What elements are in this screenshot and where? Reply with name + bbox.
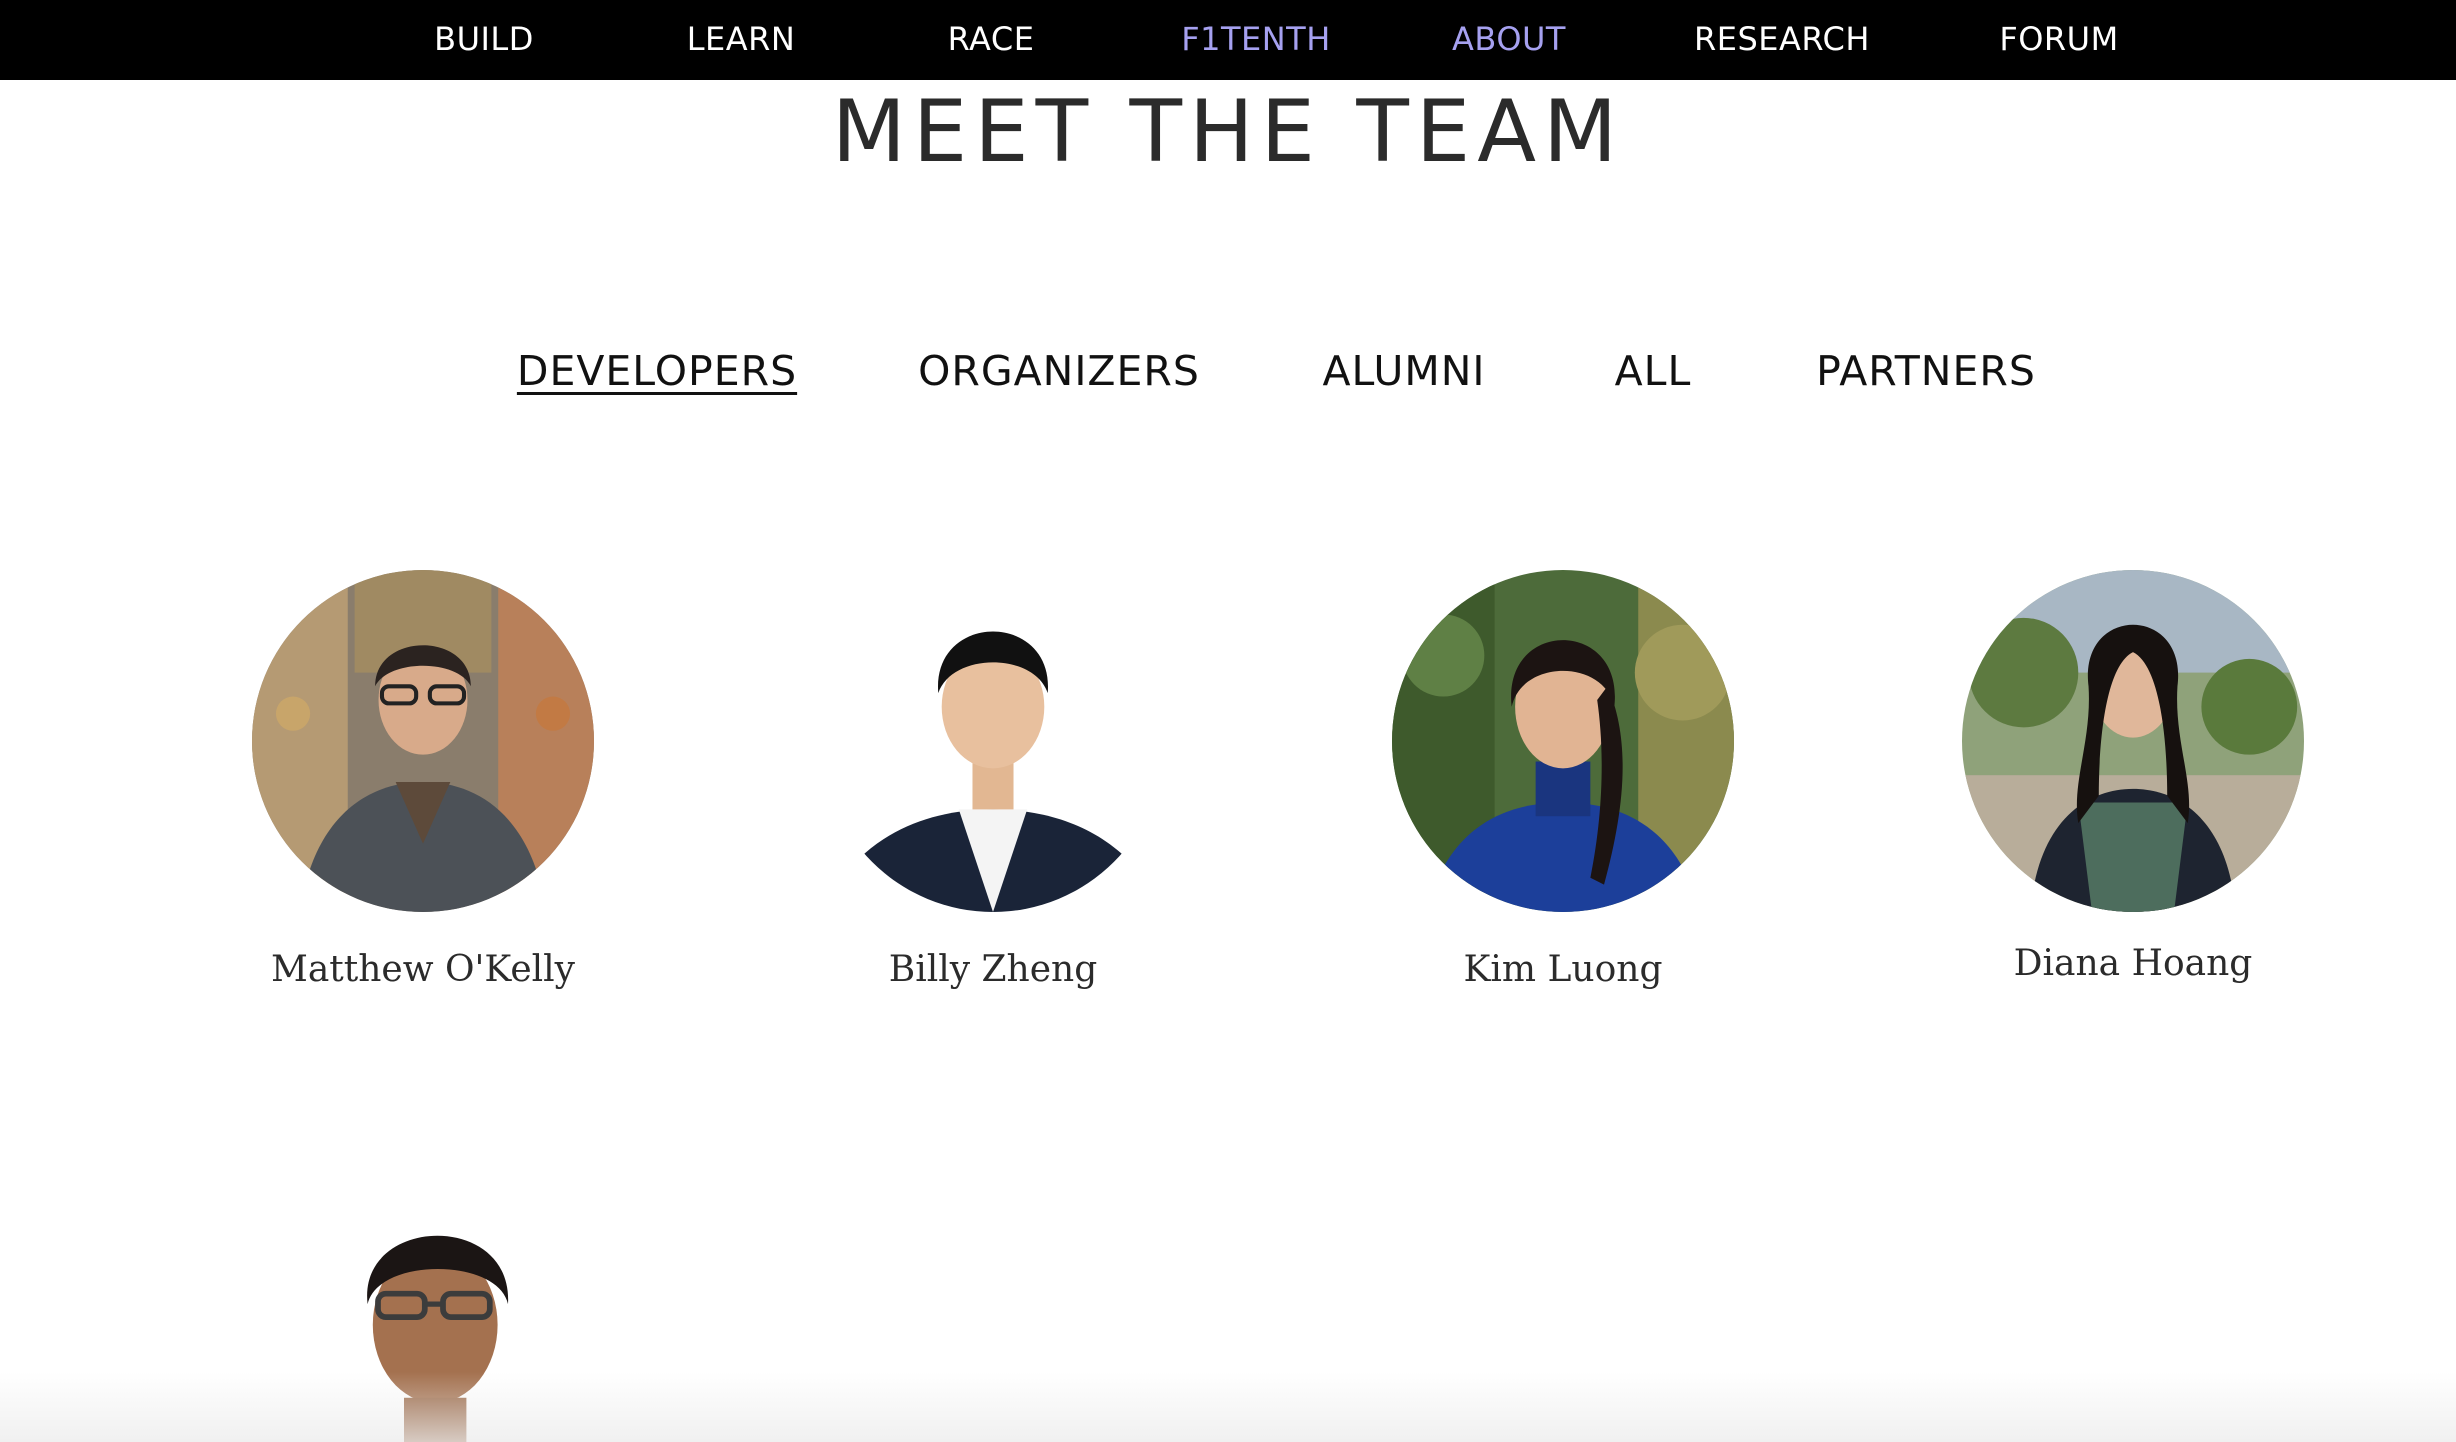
- nav-item-about[interactable]: ABOUT: [1452, 0, 1566, 80]
- team-member-card: Kim Luong: [1383, 570, 1743, 992]
- tab-developers[interactable]: DEVELOPERS: [517, 344, 797, 398]
- nav-item-race[interactable]: RACE: [948, 0, 1035, 80]
- member-photo-partial: [300, 1200, 560, 1442]
- nav-item-research[interactable]: RESEARCH: [1694, 0, 1870, 80]
- nav-item-learn[interactable]: LEARN: [687, 0, 796, 80]
- member-photo: [1392, 570, 1734, 912]
- page-title: MEET THE TEAM: [831, 82, 1625, 182]
- team-member-card: Diana Hoang: [1953, 570, 2313, 986]
- member-name: Diana Hoang: [2013, 943, 2253, 984]
- member-name: Matthew O'Kelly: [270, 949, 575, 990]
- nav-item-f1tenth[interactable]: F1TENTH: [1181, 0, 1331, 80]
- nav-item-forum[interactable]: FORUM: [1999, 0, 2118, 80]
- team-member-card: Matthew O'Kelly: [243, 570, 603, 992]
- tab-alumni[interactable]: ALUMNI: [1323, 344, 1486, 398]
- member-photo: [1962, 570, 2304, 912]
- top-navigation: BUILD LEARN RACE F1TENTH ABOUT RESEARCH …: [0, 0, 2456, 80]
- member-name: Billy Zheng: [888, 949, 1098, 990]
- tab-all[interactable]: ALL: [1615, 344, 1692, 398]
- member-photo: [822, 570, 1164, 912]
- team-member-card: Billy Zheng: [813, 570, 1173, 992]
- member-name: Kim Luong: [1463, 949, 1663, 990]
- tab-organizers[interactable]: ORGANIZERS: [918, 344, 1200, 398]
- nav-item-build[interactable]: BUILD: [434, 0, 534, 80]
- member-photo: [252, 570, 594, 912]
- tab-partners[interactable]: PARTNERS: [1816, 344, 2036, 398]
